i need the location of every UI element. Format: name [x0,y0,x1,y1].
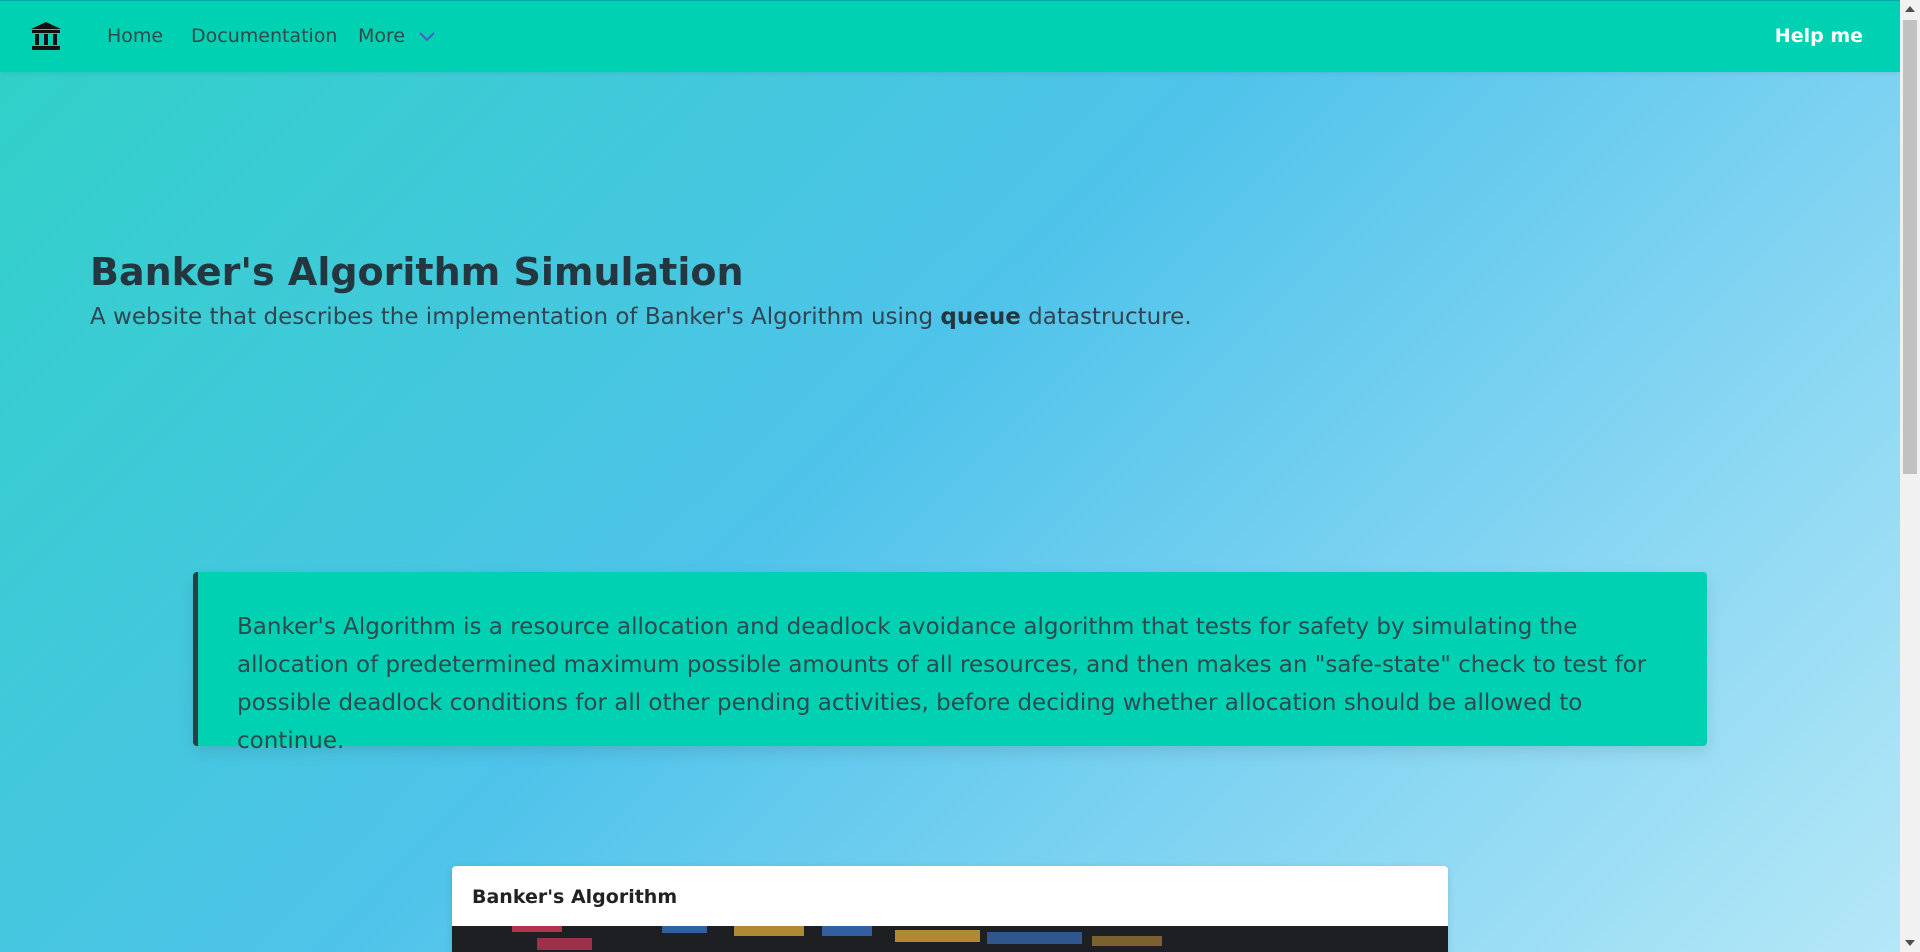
bank-icon[interactable] [30,21,62,51]
chevron-down-icon[interactable] [418,31,436,43]
page: Home Documentation More Help me Banker's… [0,0,1920,952]
subtitle-text-after: datastructure. [1020,304,1192,330]
scroll-thumb[interactable] [1903,20,1917,474]
subtitle-text-before: A website that describes the implementat… [90,304,941,330]
help-me-link[interactable]: Help me [1775,25,1863,47]
subtitle-highlight: queue [940,304,1021,330]
nav-home-link[interactable]: Home [107,25,163,47]
code-image-graphic [452,926,1448,952]
description-callout: Banker's Algorithm is a resource allocat… [193,572,1707,754]
navbar: Home Documentation More Help me [0,0,1900,72]
scroll-down-arrow-icon[interactable] [1905,940,1915,946]
page-subtitle: A website that describes the implementat… [90,304,1192,330]
page-title: Banker's Algorithm Simulation [90,250,744,294]
description-text: Banker's Algorithm is a resource allocat… [237,614,1647,754]
nav-documentation-link[interactable]: Documentation [191,25,337,47]
nav-more-dropdown[interactable]: More [358,25,405,47]
card-title: Banker's Algorithm [472,886,678,908]
algorithm-card: Banker's Algorithm [452,866,1448,952]
scroll-up-arrow-icon[interactable] [1905,6,1915,12]
code-screenshot-image [452,926,1448,952]
vertical-scrollbar[interactable] [1900,0,1920,952]
